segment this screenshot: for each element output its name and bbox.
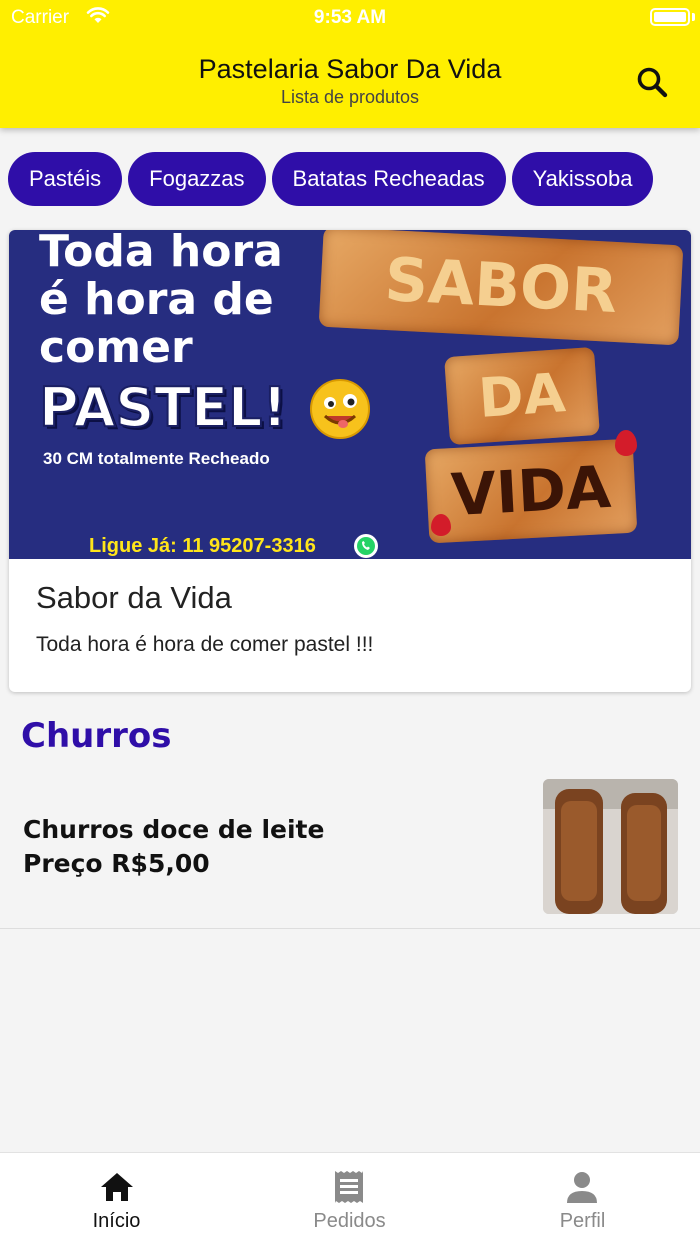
app-header: Carrier 9:53 AM Pastelaria Sabor Da Vida… [0, 0, 700, 128]
promo-headline-big: PASTEL! [38, 375, 288, 440]
pastry-da: DA [444, 346, 600, 446]
tab-label: Início [92, 1210, 141, 1232]
tab-inicio[interactable]: Início [0, 1153, 233, 1244]
whatsapp-icon [354, 534, 378, 558]
promo-card[interactable]: Toda hora é hora de comer PASTEL! 30 CM … [9, 230, 691, 692]
product-row[interactable]: Churros doce de leite Preço R$5,00 [0, 764, 700, 929]
tab-pedidos[interactable]: Pedidos [233, 1153, 466, 1244]
tab-label: Perfil [559, 1210, 606, 1232]
category-chip-pasteis[interactable]: Pastéis [8, 152, 123, 206]
category-chip-fogazzas[interactable]: Fogazzas [128, 152, 266, 206]
home-icon [101, 1173, 133, 1201]
emoji-icon [310, 379, 370, 439]
battery-icon [650, 8, 690, 26]
promo-headline-1: Toda hora [39, 230, 283, 277]
tab-perfil[interactable]: Perfil [466, 1153, 699, 1244]
product-price: Preço R$5,00 [23, 849, 210, 878]
tab-bar: Início Pedidos Perfil [0, 1152, 700, 1244]
promo-phone: Ligue Já: 11 95207-3316 [89, 535, 316, 557]
promo-banner-image: Toda hora é hora de comer PASTEL! 30 CM … [9, 230, 691, 559]
pastry-sabor: SABOR [318, 230, 684, 346]
strawberry-decoration [615, 430, 637, 456]
status-time: 9:53 AM [313, 7, 387, 28]
category-chip-yakissoba[interactable]: Yakissoba [511, 152, 654, 206]
search-icon[interactable] [632, 62, 672, 102]
status-bar: Carrier 9:53 AM [0, 0, 700, 36]
category-chips: Pastéis Fogazzas Batatas Recheadas Yakissob… [8, 152, 692, 208]
page-subtitle: Lista de produtos [280, 87, 420, 107]
product-name: Churros doce de leite [23, 815, 325, 844]
section-title: Churros [21, 716, 172, 756]
tab-label: Pedidos [313, 1210, 386, 1232]
promo-subline: 30 CM totalmente Recheado [43, 449, 270, 468]
strawberry-decoration [431, 514, 451, 536]
header-title-block: Pastelaria Sabor Da Vida Lista de produt… [0, 54, 700, 108]
battery-tip [692, 13, 695, 21]
page-title: Pastelaria Sabor Da Vida [198, 54, 502, 84]
pastry-vida: VIDA [424, 438, 638, 544]
promo-headline-3: comer [39, 322, 193, 373]
receipt-icon [335, 1171, 363, 1203]
category-chip-batatas-recheadas[interactable]: Batatas Recheadas [271, 152, 506, 206]
promo-headline-2: é hora de [39, 274, 274, 325]
product-image [543, 779, 678, 914]
promo-description: Toda hora é hora de comer pastel !!! [36, 633, 374, 656]
promo-title: Sabor da Vida [36, 580, 232, 615]
person-icon [567, 1172, 597, 1203]
